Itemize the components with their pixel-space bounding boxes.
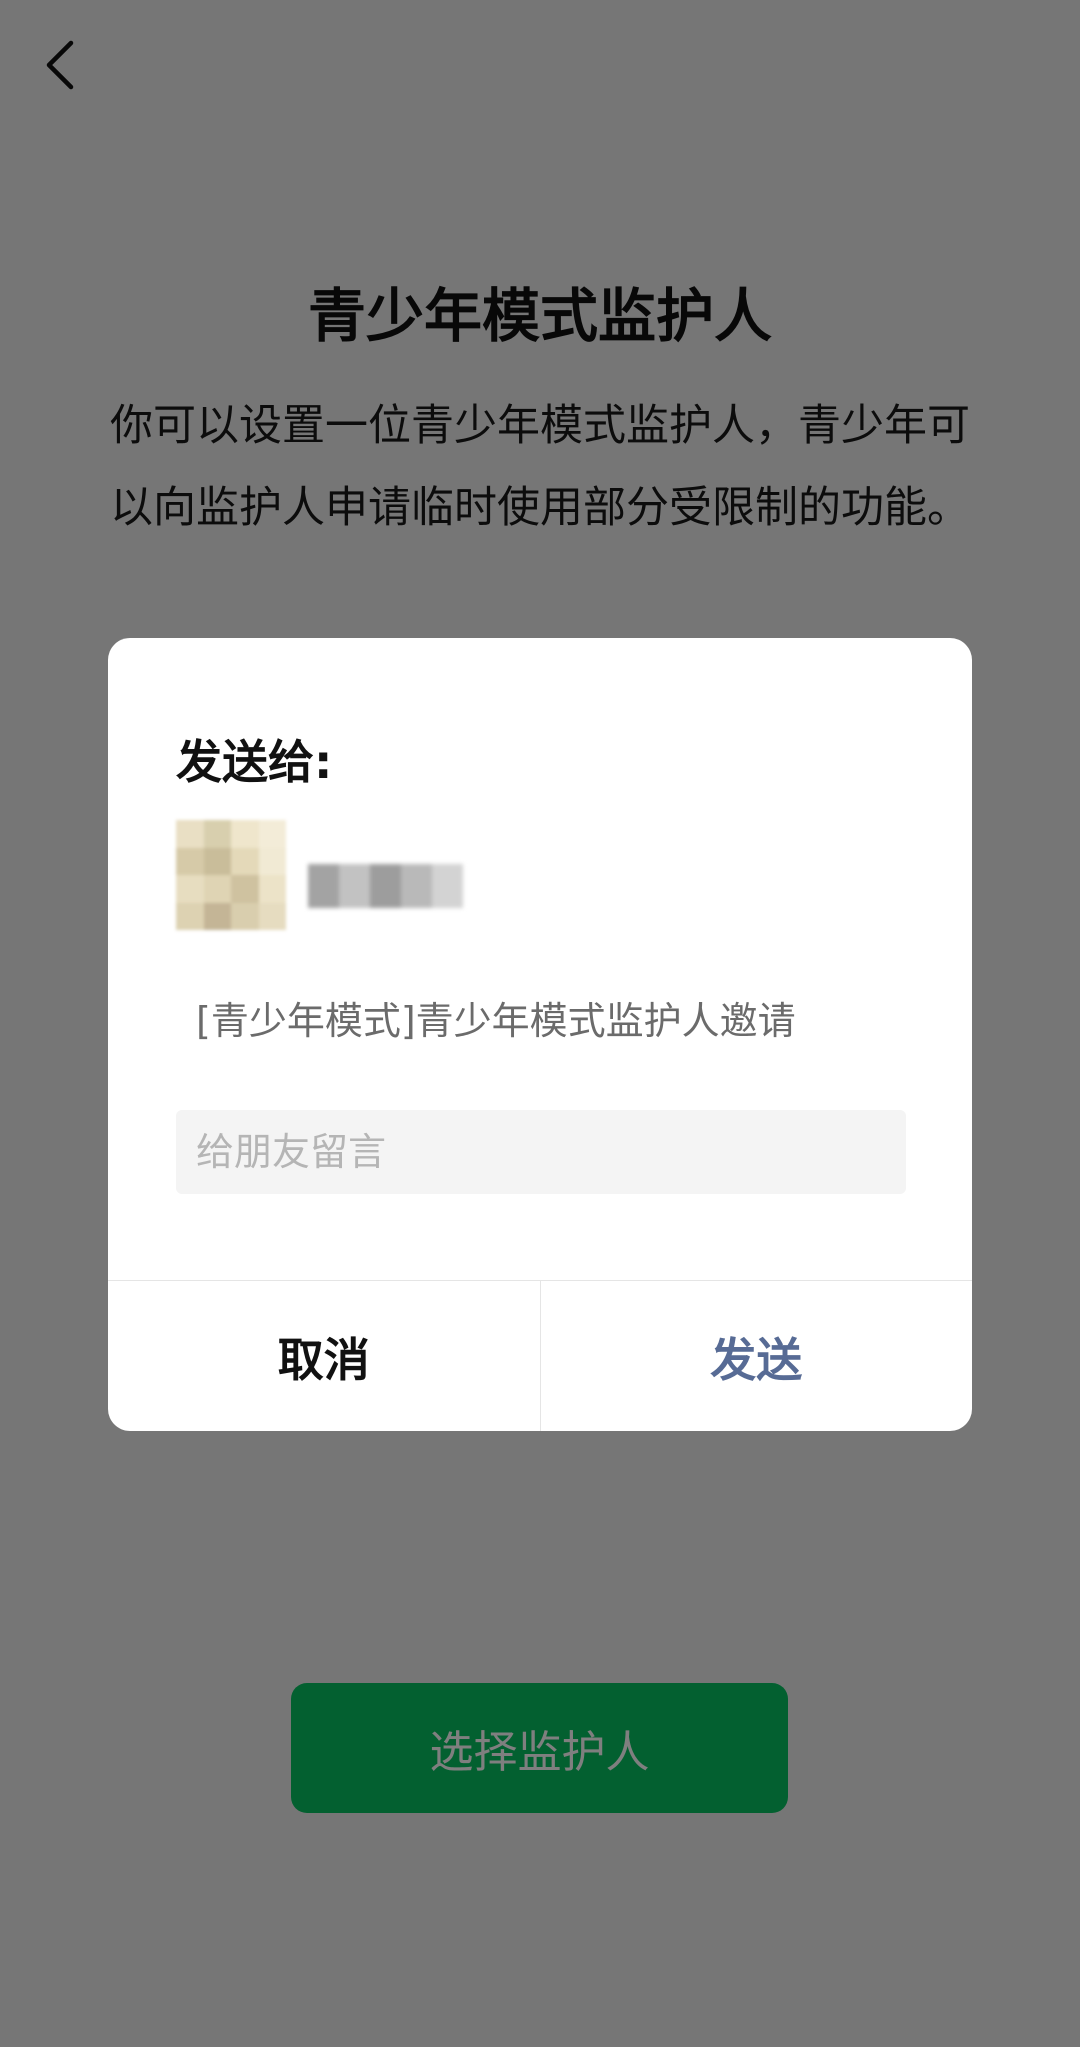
dialog-footer: 取消 发送: [108, 1280, 972, 1431]
name-pixel: [308, 864, 339, 908]
avatar-pixel: [258, 875, 286, 903]
send-button[interactable]: 发送: [541, 1281, 973, 1431]
avatar-pixel: [258, 820, 286, 848]
avatar-pixel: [231, 875, 259, 903]
avatar-pixel: [176, 902, 204, 930]
avatar-pixel: [258, 902, 286, 930]
avatar-pixel: [231, 902, 259, 930]
avatar-pixel: [176, 847, 204, 875]
send-dialog: 发送给: [青少年模式]青少年模式监护人邀请 取消 发送: [108, 638, 972, 1431]
avatar-pixel: [176, 875, 204, 903]
message-input[interactable]: [176, 1110, 906, 1194]
cancel-button[interactable]: 取消: [108, 1281, 541, 1431]
name-pixel: [339, 864, 370, 908]
avatar-pixel: [203, 875, 231, 903]
avatar-pixel: [176, 820, 204, 848]
name-pixel: [432, 864, 463, 908]
avatar-pixel: [203, 820, 231, 848]
avatar-pixel: [258, 847, 286, 875]
dialog-heading: 发送给:: [176, 735, 333, 789]
name-pixel: [401, 864, 432, 908]
avatar-pixel: [203, 902, 231, 930]
name-pixel: [370, 864, 401, 908]
avatar-pixel: [231, 847, 259, 875]
avatar-pixel: [203, 847, 231, 875]
recipient-name: [308, 864, 463, 908]
share-card-title: [青少年模式]青少年模式监护人邀请: [196, 999, 796, 1043]
avatar-pixel: [231, 820, 259, 848]
recipient-avatar: [176, 820, 286, 930]
